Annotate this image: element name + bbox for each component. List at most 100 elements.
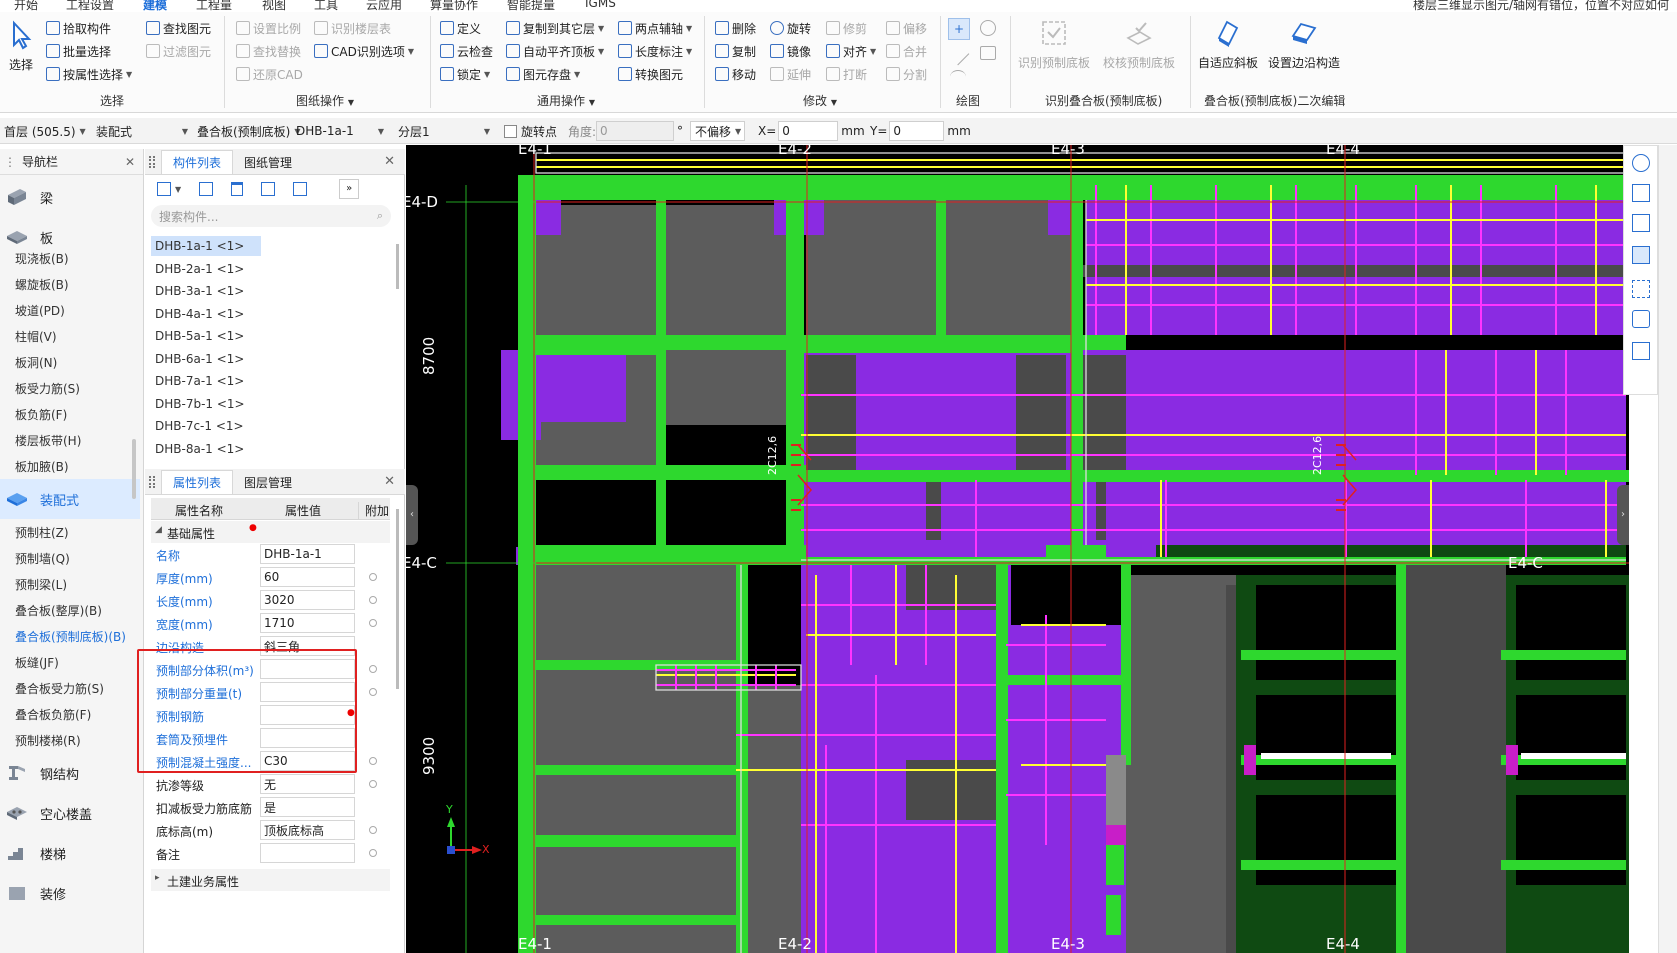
type-select[interactable]: 叠合板(预制底板) ▼	[193, 121, 301, 141]
nav-item-slab-hole[interactable]: 板洞(N)	[15, 354, 57, 371]
nav-category-stair[interactable]: 楼梯	[0, 833, 140, 873]
nav-category-decoration[interactable]: 装修	[0, 873, 140, 913]
rect-draw-button[interactable]	[980, 46, 996, 60]
edge-structure-button[interactable]: 设置边沿构造	[1268, 18, 1340, 71]
close-icon[interactable]: ✕	[384, 474, 395, 489]
merge-button[interactable]: 合并	[886, 41, 927, 61]
nav-category-steel[interactable]: 钢结构	[0, 753, 140, 793]
nav-item-prefab-column[interactable]: 预制柱(Z)	[15, 524, 69, 541]
category-select[interactable]: 装配式 ▼	[92, 121, 192, 141]
top-view-icon[interactable]	[1632, 214, 1650, 232]
two-point-axis-button[interactable]: 两点辅轴 ▼	[618, 18, 692, 38]
point-draw-button[interactable]: +	[948, 18, 970, 40]
component-select[interactable]: DHB-1a-1 ▼	[292, 121, 388, 141]
nav-item-slab-band[interactable]: 楼层板带(H)	[15, 432, 81, 449]
menu-project-settings[interactable]: 工程设置	[66, 0, 114, 12]
drawing-canvas[interactable]: E4-1 E4-2 E4-3 E4-4 E4-1 E4-2 E4-3 E4-4 …	[406, 145, 1629, 953]
nav-item-prefab-wall[interactable]: 预制墙(Q)	[15, 550, 70, 567]
extend-button[interactable]: 延伸	[770, 64, 811, 84]
property-group-civil[interactable]: ▸ 土建业务属性	[151, 869, 390, 891]
auto-align-top-button[interactable]: 自动平齐顶板 ▼	[506, 41, 604, 61]
lock-button[interactable]: 锁定 ▼	[440, 64, 490, 84]
search-input[interactable]: 搜索构件... ⌕	[151, 205, 391, 227]
property-value[interactable]	[260, 843, 355, 863]
nav-item-prefab-stair[interactable]: 预制楼梯(R)	[15, 732, 81, 749]
component-item[interactable]: DHB-7b-1 <1>	[151, 394, 261, 414]
save-element-button[interactable]: 图元存盘 ▼	[506, 64, 580, 84]
offset-button[interactable]: 偏移	[886, 18, 927, 38]
fit-view-icon[interactable]	[1632, 280, 1650, 298]
floor-select[interactable]: 首层 (505.5) ▼	[0, 121, 88, 141]
convert-element-button[interactable]: 转换图元	[618, 64, 683, 84]
component-item[interactable]: DHB-8a-1 <1>	[151, 439, 261, 459]
menu-collab[interactable]: 算量协作	[430, 0, 478, 12]
3d-view-icon[interactable]	[1632, 184, 1650, 202]
close-icon[interactable]: ✕	[384, 154, 395, 169]
batch-select-button[interactable]: 批量选择	[46, 41, 111, 61]
menu-igms[interactable]: IGMS	[585, 0, 616, 10]
hint-text[interactable]: 楼层三维显示图元/轴网有错位，位置不对应如何	[1413, 0, 1669, 12]
new-component-icon[interactable]	[157, 182, 171, 196]
nav-item-slab-rebar[interactable]: 板受力筋(S)	[15, 380, 80, 397]
property-value[interactable]: 60	[260, 567, 355, 587]
property-value[interactable]: 无	[260, 774, 355, 794]
trash-icon[interactable]	[231, 182, 244, 196]
recog-prefab-button[interactable]: 识别预制底板	[1018, 18, 1090, 71]
circle-draw-button[interactable]	[980, 20, 996, 36]
filter-element-button[interactable]: 过滤图元	[146, 41, 211, 61]
menu-tools[interactable]: 工具	[314, 0, 338, 12]
mirror-button[interactable]: 镜像	[770, 41, 811, 61]
x-input[interactable]: 0	[782, 124, 790, 138]
arc-draw-button[interactable]	[950, 70, 966, 84]
sort-icon[interactable]	[293, 182, 308, 196]
property-value[interactable]: 顶板底标高	[260, 820, 355, 840]
component-item[interactable]: DHB-1a-1 <1>	[151, 236, 261, 256]
rotate-button[interactable]: 旋转	[770, 18, 811, 38]
extra-checkbox[interactable]	[369, 688, 377, 696]
break-button[interactable]: 打断	[826, 64, 867, 84]
menu-quantity[interactable]: 工程量	[196, 0, 232, 12]
angle-input[interactable]: 0	[600, 124, 608, 138]
nav-item-ramp[interactable]: 坡道(PD)	[15, 302, 65, 319]
pick-component-button[interactable]: 拾取构件	[46, 18, 111, 38]
nav-item-slab-joint[interactable]: 板缝(JF)	[15, 654, 59, 671]
component-scrollbar[interactable]	[396, 244, 399, 289]
select-button[interactable]: 选择	[6, 20, 36, 73]
nav-item-composite-rebar[interactable]: 叠合板受力筋(S)	[15, 680, 104, 697]
component-item[interactable]: DHB-3a-1 <1>	[151, 281, 261, 301]
layer-copy-icon[interactable]	[261, 182, 276, 196]
nav-item-slab-haunch[interactable]: 板加腋(B)	[15, 458, 69, 475]
copy-button[interactable]: 复制	[715, 41, 756, 61]
layer-select[interactable]: 分层1 ▼	[394, 121, 494, 141]
menu-smart[interactable]: 智能提量	[507, 0, 555, 12]
collapse-left-handle[interactable]: ‹	[406, 485, 418, 545]
grip-icon[interactable]	[149, 476, 155, 488]
delete-button[interactable]: 删除	[715, 18, 756, 38]
nav-item-slab-neg-rebar[interactable]: 板负筋(F)	[15, 406, 67, 423]
define-button[interactable]: 定义	[440, 18, 481, 38]
property-value[interactable]: 1710	[260, 613, 355, 633]
extra-checkbox[interactable]	[369, 826, 377, 834]
nav-item-spiral-slab[interactable]: 螺旋板(B)	[15, 276, 69, 293]
tab-layer-manage[interactable]: 图层管理	[233, 470, 303, 494]
adaptive-slope-button[interactable]: 自适应斜板	[1198, 18, 1258, 71]
extra-checkbox[interactable]	[369, 665, 377, 673]
property-value[interactable]: 是	[260, 797, 355, 817]
move-button[interactable]: 移动	[715, 64, 756, 84]
collapse-right-handle[interactable]: ›	[1617, 485, 1629, 545]
check-prefab-button[interactable]: 校核预制底板	[1103, 18, 1175, 71]
cad-options-button[interactable]: CAD识别选项 ▼	[314, 41, 414, 61]
component-item[interactable]: DHB-7a-1 <1>	[151, 371, 261, 391]
rotate-point-checkbox[interactable]: 旋转点	[504, 121, 557, 141]
menu-cloud[interactable]: 云应用	[366, 0, 402, 12]
close-icon[interactable]: ✕	[125, 155, 135, 169]
offset-select[interactable]: 不偏移 ▼	[690, 121, 745, 141]
property-group-basic[interactable]: ◢ 基础属性 ●	[151, 521, 390, 543]
display-settings-icon[interactable]	[1632, 310, 1650, 328]
nav-category-beam[interactable]: 梁	[0, 177, 140, 217]
find-replace-button[interactable]: 查找替换	[236, 41, 301, 61]
grip-icon[interactable]	[149, 156, 155, 168]
cube-view-icon[interactable]	[1632, 246, 1650, 264]
extra-checkbox[interactable]	[369, 780, 377, 788]
tab-property-list[interactable]: 属性列表	[161, 470, 234, 494]
